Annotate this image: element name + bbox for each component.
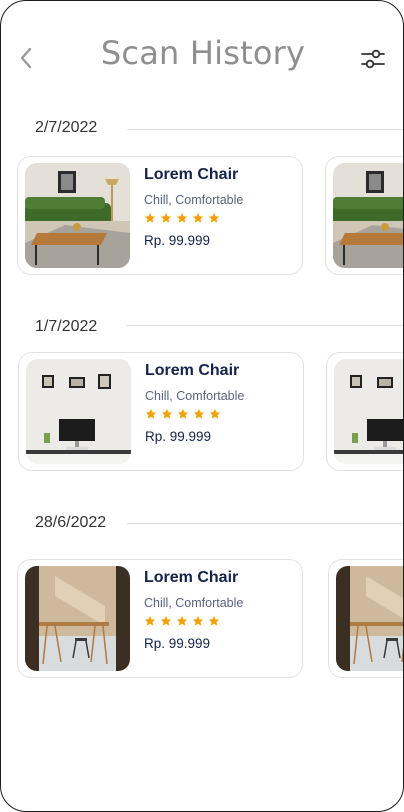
product-card[interactable]: Lorem Chair Chill, Comfortable Rp. 99.99… [17,559,303,678]
star-icon [144,615,156,627]
star-icon [209,408,221,420]
rating-stars [144,615,243,631]
product-card-partial[interactable] [326,352,404,471]
divider-line [127,523,403,524]
sliders-icon [361,49,385,69]
filter-button[interactable] [359,46,387,72]
product-name: Lorem Chair [144,166,239,183]
star-icon [161,408,173,420]
star-icon [160,212,172,224]
star-icon [177,408,189,420]
product-subtitle: Chill, Comfortable [145,389,245,403]
product-name: Lorem Chair [145,362,240,379]
star-icon [145,408,157,420]
product-image [336,566,404,671]
star-icon [192,212,204,224]
star-icon [193,408,205,420]
date-label: 1/7/2022 [35,318,104,336]
product-image [25,163,130,268]
product-image [25,566,130,671]
product-name: Lorem Chair [144,569,239,586]
product-image [26,359,131,464]
product-price: Rp. 99.999 [145,429,212,444]
rating-stars [144,212,243,228]
star-icon [176,615,188,627]
phone-screen: Scan History 2/7/2022 Lorem Chair Chill,… [0,0,404,812]
star-icon [144,212,156,224]
product-subtitle: Chill, Comfortable [144,193,244,207]
product-card-partial[interactable] [325,156,404,275]
product-card[interactable]: Lorem Chair Chill, Comfortable Rp. 99.99… [17,156,303,275]
app-header: Scan History [1,1,403,111]
product-subtitle: Chill, Comfortable [144,596,244,610]
star-icon [160,615,172,627]
product-card[interactable]: Lorem Chair Chill, Comfortable Rp. 99.99… [18,352,304,471]
rating-stars [145,408,244,424]
star-icon [208,615,220,627]
page-title: Scan History [100,34,306,72]
star-icon [208,212,220,224]
star-icon [192,615,204,627]
product-price: Rp. 99.999 [144,233,211,248]
star-icon [176,212,188,224]
date-label: 2/7/2022 [35,119,104,137]
divider-line [127,129,403,130]
product-price: Rp. 99.999 [144,636,211,651]
product-image [334,359,404,464]
divider-line [127,325,403,326]
product-card-partial[interactable] [328,559,404,678]
date-label: 28/6/2022 [35,514,113,532]
product-image [333,163,404,268]
